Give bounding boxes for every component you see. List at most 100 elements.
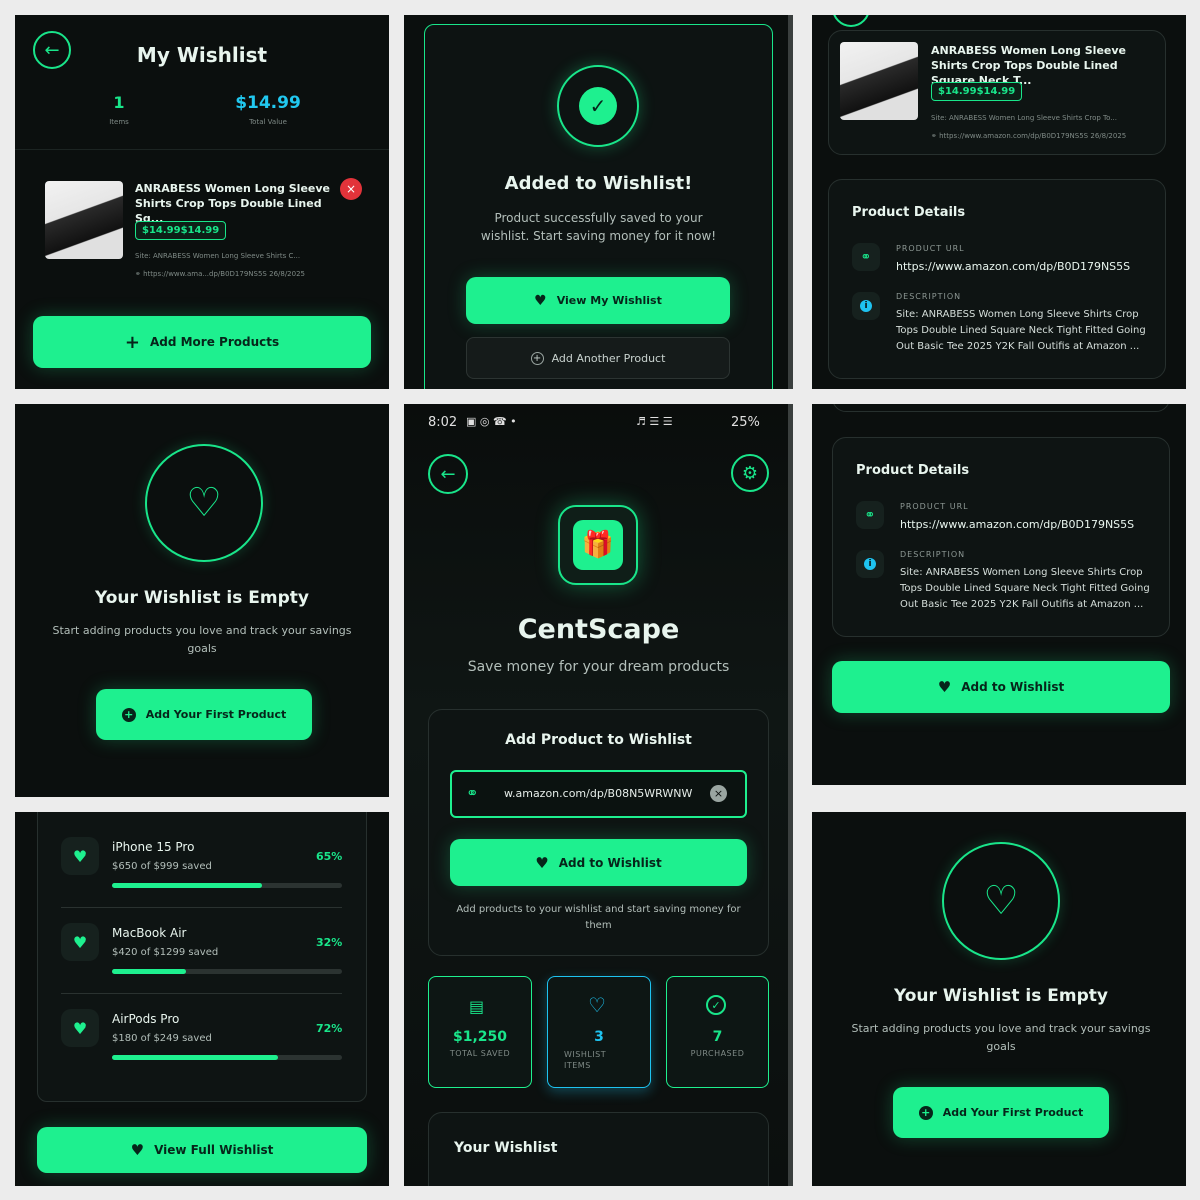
product-title[interactable]: ANRABESS Women Long Sleeve Shirts Crop T… — [135, 181, 335, 226]
item-percent: 72% — [316, 1022, 343, 1035]
divider — [15, 149, 389, 150]
stat-label: PURCHASED — [690, 1049, 745, 1058]
item-percent: 32% — [316, 936, 343, 949]
app-name: CentScape — [517, 614, 680, 645]
plus-circle-icon: + — [918, 1105, 933, 1120]
product-date: 26/8/2025 — [1090, 132, 1127, 140]
product-details-panel: Product Details ⚭ PRODUCT URL https://ww… — [812, 404, 1186, 785]
back-button[interactable]: ← — [428, 454, 468, 494]
progress-track — [112, 969, 342, 974]
plus-circle-icon: + — [530, 351, 544, 365]
url-value[interactable]: https://www.amazon.com/dp/B0D179NS5S — [900, 518, 1134, 531]
item-name: MacBook Air — [112, 926, 187, 940]
product-image — [45, 181, 123, 259]
heart-outline-icon: ♡ — [186, 480, 222, 526]
empty-message: Start adding products you love and track… — [851, 1022, 1151, 1053]
confirmation-message: Product successfully saved to your wishl… — [480, 211, 717, 243]
wishlist-item[interactable]: ♥ AirPods Pro $180 of $249 saved 72% — [61, 1009, 357, 1079]
url-icon-box: ⚭ — [852, 243, 880, 271]
heart-icon: ♥ — [72, 846, 88, 866]
heart-icon: ♥ — [534, 292, 547, 309]
gift-icon: 🎁 — [573, 520, 623, 570]
stat-wishlist-items[interactable]: ♡ 3 WISHLIST ITEMS — [547, 976, 651, 1088]
app-logo: 🎁 — [558, 505, 638, 585]
items-label: Items — [109, 118, 129, 126]
stat-value: $1,250 — [452, 1029, 508, 1045]
product-image — [840, 42, 918, 120]
url-input-value: w.amazon.com/dp/B08N5WRWNW — [504, 787, 693, 800]
add-more-products-button[interactable]: + Add More Products — [33, 316, 371, 368]
product-detail-panel: ANRABESS Women Long Sleeve Shirts Crop T… — [812, 15, 1186, 389]
link-icon: ⚭ — [864, 507, 876, 523]
info-icon: i — [864, 558, 876, 570]
empty-wishlist-panel: ♡ Your Wishlist is Empty Start adding pr… — [15, 404, 389, 797]
progress-track — [112, 883, 342, 888]
wishlist-progress-panel: ♥ iPhone 15 Pro $650 of $999 saved 65% ♥ MacB… — [15, 812, 389, 1186]
view-full-wishlist-button[interactable]: ♥ View Full Wishlist — [37, 1127, 367, 1173]
add-first-product-button[interactable]: + Add Your First Product — [96, 689, 312, 740]
battery-level: 25% — [731, 415, 760, 430]
confirmation-title: Added to Wishlist! — [504, 173, 693, 194]
url-label: PRODUCT URL — [896, 244, 965, 253]
added-confirmation-panel: ✓ Added to Wishlist! Product successfull… — [404, 15, 793, 389]
item-divider — [61, 907, 342, 908]
empty-message: Start adding products you love and track… — [52, 624, 352, 655]
settings-button[interactable]: ⚙ — [731, 454, 769, 492]
add-to-wishlist-label: Add to Wishlist — [961, 680, 1065, 694]
empty-heart-badge: ♡ — [942, 842, 1060, 960]
product-site: Site: ANRABESS Women Long Sleeve Shirts … — [931, 114, 1117, 122]
back-button-partial[interactable] — [832, 15, 870, 27]
item-icon-box: ♥ — [61, 1009, 99, 1047]
progress-fill — [112, 883, 262, 888]
empty-heart-badge: ♡ — [145, 444, 263, 562]
add-another-label: Add Another Product — [551, 351, 666, 365]
wishlist-preview-title: Your Wishlist — [454, 1140, 558, 1156]
progress-fill — [112, 1055, 278, 1060]
url-value[interactable]: https://www.amazon.com/dp/B0D179NS5S — [896, 260, 1130, 273]
add-another-product-button[interactable]: + Add Another Product — [466, 337, 730, 379]
add-product-title: Add Product to Wishlist — [505, 732, 692, 748]
wishlist-item[interactable]: ♥ MacBook Air $420 of $1299 saved 32% — [61, 923, 357, 993]
product-url-row: ⚭ https://www.amazon.com/dp/B0D179NS5S 2… — [931, 132, 1161, 140]
price-badge: $14.99$14.99 — [135, 221, 227, 240]
product-url[interactable]: https://www.ama...dp/B0D179NS5S — [143, 270, 267, 278]
stat-value: 3 — [594, 1029, 604, 1045]
add-first-product-button[interactable]: + Add Your First Product — [893, 1087, 1109, 1138]
remove-button[interactable]: × — [340, 178, 362, 200]
empty-wishlist-panel-2: ♡ Your Wishlist is Empty Start adding pr… — [812, 812, 1186, 1186]
total-value-label: Total Value — [249, 118, 287, 126]
check-circle-icon: ✓ — [706, 995, 726, 1015]
item-name: iPhone 15 Pro — [112, 840, 195, 854]
item-icon-box: ♥ — [61, 923, 99, 961]
url-input[interactable]: ⚭ w.amazon.com/dp/B08N5WRWNW × — [450, 770, 747, 818]
heart-outline-icon: ♡ — [588, 993, 606, 1017]
view-wishlist-button[interactable]: ♥ View My Wishlist — [466, 277, 730, 324]
page-title: My Wishlist — [136, 43, 268, 67]
status-time: 8:02 — [428, 415, 458, 430]
add-to-wishlist-button[interactable]: ♥ Add to Wishlist — [450, 839, 747, 886]
link-icon: ⚭ — [466, 784, 479, 802]
stat-label: WISHLIST ITEMS — [564, 1050, 607, 1070]
progress-fill — [112, 969, 186, 974]
gear-icon: ⚙ — [741, 462, 759, 484]
info-icon-box: i — [852, 292, 880, 320]
add-first-product-label: Add Your First Product — [145, 708, 287, 721]
add-product-hint: Add products to your wishlist and start … — [456, 904, 741, 931]
url-icon-box: ⚭ — [856, 501, 884, 529]
wishlist-item[interactable]: ♥ iPhone 15 Pro $650 of $999 saved 65% — [61, 837, 357, 907]
stat-purchased[interactable]: ✓ 7 PURCHASED — [666, 976, 769, 1088]
stat-total-saved[interactable]: ▤ $1,250 TOTAL SAVED — [428, 976, 532, 1088]
description-value: Site: ANRABESS Women Long Sleeve Shirts … — [896, 309, 1146, 352]
item-saved: $180 of $249 saved — [112, 1033, 212, 1044]
details-title: Product Details — [856, 463, 970, 478]
item-icon-box: ♥ — [61, 837, 99, 875]
heart-icon: ♥ — [72, 932, 88, 952]
scroll-edge — [788, 15, 793, 389]
add-to-wishlist-button[interactable]: ♥ Add to Wishlist — [832, 661, 1170, 713]
product-url[interactable]: https://www.amazon.com/dp/B0D179NS5S — [939, 132, 1088, 140]
info-icon-box: i — [856, 550, 884, 578]
item-saved: $650 of $999 saved — [112, 861, 212, 872]
heart-icon: ♥ — [535, 853, 549, 872]
arrow-left-icon: ← — [440, 463, 456, 485]
clear-input-icon[interactable]: × — [710, 785, 727, 802]
